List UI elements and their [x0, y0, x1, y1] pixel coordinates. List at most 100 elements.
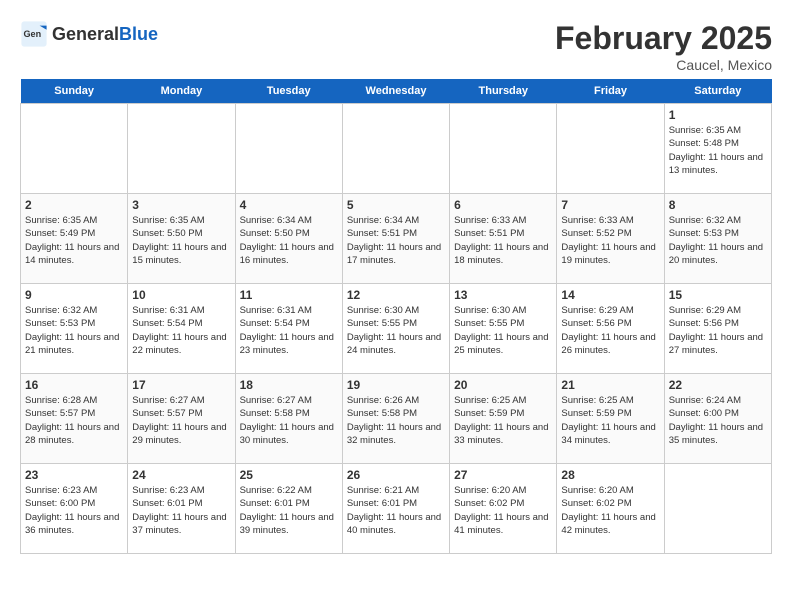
day-number: 19: [347, 378, 445, 392]
calendar-cell: [664, 464, 771, 554]
day-header-tuesday: Tuesday: [235, 79, 342, 104]
title-area: February 2025 Caucel, Mexico: [555, 20, 772, 73]
day-number: 11: [240, 288, 338, 302]
calendar-cell: 5 Sunrise: 6:34 AM Sunset: 5:51 PM Daylig…: [342, 194, 449, 284]
cell-info: Sunrise: 6:35 AM Sunset: 5:49 PM Dayligh…: [25, 214, 123, 267]
calendar-cell: 23 Sunrise: 6:23 AM Sunset: 6:00 PM Dayli…: [21, 464, 128, 554]
day-number: 5: [347, 198, 445, 212]
cell-info: Sunrise: 6:35 AM Sunset: 5:50 PM Dayligh…: [132, 214, 230, 267]
day-number: 27: [454, 468, 552, 482]
day-header-monday: Monday: [128, 79, 235, 104]
calendar-cell: 14Sunrise: 6:29 AM Sunset: 5:56 PM Dayli…: [557, 284, 664, 374]
calendar-cell: 2Sunrise: 6:35 AM Sunset: 5:49 PM Daylig…: [21, 194, 128, 284]
day-number: 23: [25, 468, 123, 482]
day-header-wednesday: Wednesday: [342, 79, 449, 104]
cell-info: Sunrise: 6:31 AM Sunset: 5:54 PM Dayligh…: [240, 304, 338, 357]
logo-icon: Gen: [20, 20, 48, 48]
cell-info: Sunrise: 6:25 AM Sunset: 5:59 PM Dayligh…: [454, 394, 552, 447]
calendar-cell: 12 Sunrise: 6:30 AM Sunset: 5:55 PM Dayli…: [342, 284, 449, 374]
day-number: 9: [25, 288, 123, 302]
day-number: 13: [454, 288, 552, 302]
calendar-cell: 15 Sunrise: 6:29 AM Sunset: 5:56 PM Dayli…: [664, 284, 771, 374]
cell-info: Sunrise: 6:23 AM Sunset: 6:01 PM Dayligh…: [132, 484, 230, 537]
calendar-cell: 18Sunrise: 6:27 AM Sunset: 5:58 PM Dayli…: [235, 374, 342, 464]
day-number: 20: [454, 378, 552, 392]
calendar-cell: 26 Sunrise: 6:21 AM Sunset: 6:01 PM Dayli…: [342, 464, 449, 554]
week-row-4: 16 Sunrise: 6:28 AM Sunset: 5:57 PM Dayli…: [21, 374, 772, 464]
cell-info: Sunrise: 6:33 AM Sunset: 5:52 PM Dayligh…: [561, 214, 659, 267]
calendar-cell: 3 Sunrise: 6:35 AM Sunset: 5:50 PM Daylig…: [128, 194, 235, 284]
cell-info: Sunrise: 6:28 AM Sunset: 5:57 PM Dayligh…: [25, 394, 123, 447]
calendar-cell: [557, 104, 664, 194]
calendar-cell: 4 Sunrise: 6:34 AM Sunset: 5:50 PM Daylig…: [235, 194, 342, 284]
cell-info: Sunrise: 6:24 AM Sunset: 6:00 PM Dayligh…: [669, 394, 767, 447]
day-header-friday: Friday: [557, 79, 664, 104]
day-number: 22: [669, 378, 767, 392]
day-number: 17: [132, 378, 230, 392]
calendar-cell: [128, 104, 235, 194]
week-row-2: 2Sunrise: 6:35 AM Sunset: 5:49 PM Daylig…: [21, 194, 772, 284]
calendar-cell: 21 Sunrise: 6:25 AM Sunset: 5:59 PM Dayli…: [557, 374, 664, 464]
day-number: 12: [347, 288, 445, 302]
cell-info: Sunrise: 6:20 AM Sunset: 6:02 PM Dayligh…: [561, 484, 659, 537]
day-number: 8: [669, 198, 767, 212]
day-header-sunday: Sunday: [21, 79, 128, 104]
calendar-cell: 6 Sunrise: 6:33 AM Sunset: 5:51 PM Daylig…: [450, 194, 557, 284]
location-subtitle: Caucel, Mexico: [555, 57, 772, 73]
cell-info: Sunrise: 6:32 AM Sunset: 5:53 PM Dayligh…: [25, 304, 123, 357]
day-number: 4: [240, 198, 338, 212]
calendar-cell: 19 Sunrise: 6:26 AM Sunset: 5:58 PM Dayli…: [342, 374, 449, 464]
week-row-5: 23 Sunrise: 6:23 AM Sunset: 6:00 PM Dayli…: [21, 464, 772, 554]
calendar-cell: 8 Sunrise: 6:32 AM Sunset: 5:53 PM Daylig…: [664, 194, 771, 284]
logo: Gen GeneralBlue: [20, 20, 158, 48]
cell-info: Sunrise: 6:27 AM Sunset: 5:58 PM Dayligh…: [240, 394, 338, 447]
day-number: 15: [669, 288, 767, 302]
calendar-cell: 11 Sunrise: 6:31 AM Sunset: 5:54 PM Dayli…: [235, 284, 342, 374]
calendar-cell: 22 Sunrise: 6:24 AM Sunset: 6:00 PM Dayli…: [664, 374, 771, 464]
cell-info: Sunrise: 6:33 AM Sunset: 5:51 PM Dayligh…: [454, 214, 552, 267]
calendar-cell: 28 Sunrise: 6:20 AM Sunset: 6:02 PM Dayli…: [557, 464, 664, 554]
cell-info: Sunrise: 6:32 AM Sunset: 5:53 PM Dayligh…: [669, 214, 767, 267]
cell-info: Sunrise: 6:30 AM Sunset: 5:55 PM Dayligh…: [347, 304, 445, 357]
day-number: 28: [561, 468, 659, 482]
calendar-cell: 13 Sunrise: 6:30 AM Sunset: 5:55 PM Dayli…: [450, 284, 557, 374]
cell-info: Sunrise: 6:34 AM Sunset: 5:51 PM Dayligh…: [347, 214, 445, 267]
calendar-cell: 7 Sunrise: 6:33 AM Sunset: 5:52 PM Daylig…: [557, 194, 664, 284]
logo-text: GeneralBlue: [52, 24, 158, 45]
calendar-cell: [450, 104, 557, 194]
cell-info: Sunrise: 6:29 AM Sunset: 5:56 PM Dayligh…: [669, 304, 767, 357]
cell-info: Sunrise: 6:23 AM Sunset: 6:00 PM Dayligh…: [25, 484, 123, 537]
cell-info: Sunrise: 6:30 AM Sunset: 5:55 PM Dayligh…: [454, 304, 552, 357]
calendar-cell: [235, 104, 342, 194]
day-number: 6: [454, 198, 552, 212]
day-number: 21: [561, 378, 659, 392]
day-number: 7: [561, 198, 659, 212]
cell-info: Sunrise: 6:27 AM Sunset: 5:57 PM Dayligh…: [132, 394, 230, 447]
logo-general: General: [52, 24, 119, 44]
calendar-cell: 17 Sunrise: 6:27 AM Sunset: 5:57 PM Dayli…: [128, 374, 235, 464]
day-number: 24: [132, 468, 230, 482]
day-number: 10: [132, 288, 230, 302]
calendar-header-row: SundayMondayTuesdayWednesdayThursdayFrid…: [21, 79, 772, 104]
cell-info: Sunrise: 6:35 AM Sunset: 5:48 PM Dayligh…: [669, 124, 767, 177]
week-row-1: 1 Sunrise: 6:35 AM Sunset: 5:48 PM Daylig…: [21, 104, 772, 194]
month-title: February 2025: [555, 20, 772, 57]
cell-info: Sunrise: 6:29 AM Sunset: 5:56 PM Dayligh…: [561, 304, 659, 357]
calendar-table: SundayMondayTuesdayWednesdayThursdayFrid…: [20, 79, 772, 554]
cell-info: Sunrise: 6:20 AM Sunset: 6:02 PM Dayligh…: [454, 484, 552, 537]
cell-info: Sunrise: 6:34 AM Sunset: 5:50 PM Dayligh…: [240, 214, 338, 267]
day-number: 26: [347, 468, 445, 482]
day-number: 3: [132, 198, 230, 212]
cell-info: Sunrise: 6:22 AM Sunset: 6:01 PM Dayligh…: [240, 484, 338, 537]
week-row-3: 9 Sunrise: 6:32 AM Sunset: 5:53 PM Daylig…: [21, 284, 772, 374]
day-number: 1: [669, 108, 767, 122]
cell-info: Sunrise: 6:25 AM Sunset: 5:59 PM Dayligh…: [561, 394, 659, 447]
cell-info: Sunrise: 6:26 AM Sunset: 5:58 PM Dayligh…: [347, 394, 445, 447]
day-header-saturday: Saturday: [664, 79, 771, 104]
day-number: 16: [25, 378, 123, 392]
cell-info: Sunrise: 6:21 AM Sunset: 6:01 PM Dayligh…: [347, 484, 445, 537]
calendar-cell: 16 Sunrise: 6:28 AM Sunset: 5:57 PM Dayli…: [21, 374, 128, 464]
calendar-cell: [342, 104, 449, 194]
day-header-thursday: Thursday: [450, 79, 557, 104]
calendar-cell: 24 Sunrise: 6:23 AM Sunset: 6:01 PM Dayli…: [128, 464, 235, 554]
